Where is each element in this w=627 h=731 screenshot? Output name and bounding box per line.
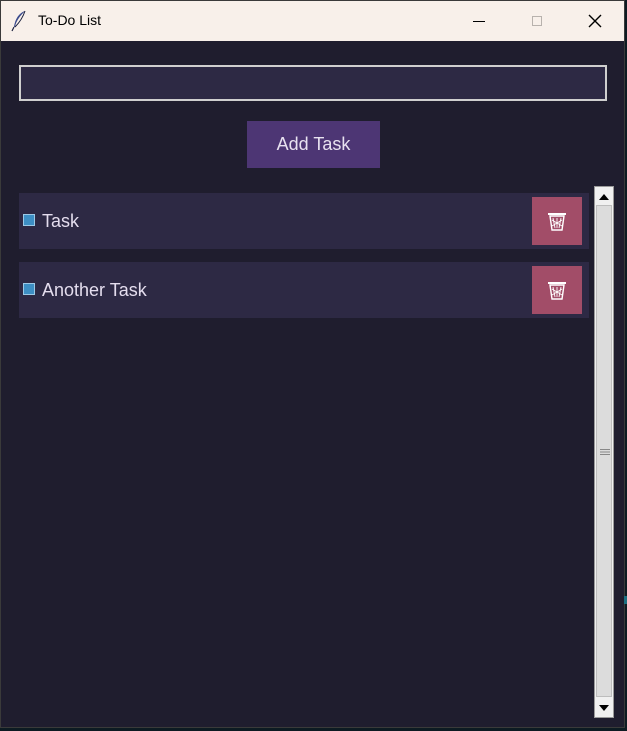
scroll-thumb[interactable] — [596, 205, 612, 697]
arrow-up-icon — [599, 193, 609, 200]
title-bar[interactable]: To-Do List — [1, 1, 624, 41]
task-input[interactable] — [19, 65, 607, 101]
trash-icon — [548, 282, 566, 300]
minimize-button[interactable] — [450, 1, 508, 41]
minimize-icon — [473, 21, 485, 22]
task-row: Another Task — [19, 262, 589, 318]
trash-icon — [548, 213, 566, 231]
task-row: Task — [19, 193, 589, 249]
vertical-scrollbar[interactable] — [594, 186, 614, 718]
task-label: Task — [42, 211, 80, 231]
main-content: Add Task Task Another Task — [1, 41, 624, 727]
close-icon — [588, 14, 602, 28]
task-checkbox[interactable] — [23, 283, 35, 295]
delete-task-button[interactable] — [532, 197, 582, 245]
feather-icon — [11, 10, 29, 32]
arrow-down-icon — [599, 704, 609, 711]
window-title: To-Do List — [38, 12, 102, 28]
scroll-down-button[interactable] — [596, 700, 612, 716]
maximize-icon — [532, 16, 542, 26]
delete-task-button[interactable] — [532, 266, 582, 314]
task-label: Another Task — [42, 280, 147, 300]
add-task-button[interactable]: Add Task — [247, 121, 380, 168]
grip-icon — [600, 449, 610, 455]
app-window: To-Do List Add Task Task Another Task — [0, 0, 625, 728]
scroll-up-button[interactable] — [596, 188, 612, 204]
task-list: Task Another Task — [19, 193, 589, 717]
close-button[interactable] — [566, 1, 624, 41]
task-checkbox[interactable] — [23, 214, 35, 226]
maximize-button[interactable] — [508, 1, 566, 41]
